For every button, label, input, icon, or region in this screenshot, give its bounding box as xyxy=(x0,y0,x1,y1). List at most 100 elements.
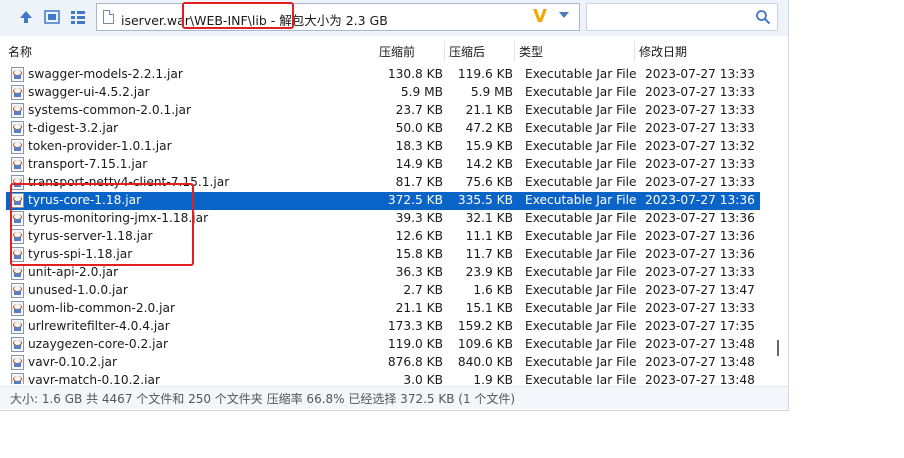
file-type: Executable Jar File xyxy=(525,247,637,261)
search-icon[interactable] xyxy=(755,9,771,25)
file-unpacked-size: 11.1 KB xyxy=(465,229,513,243)
table-row[interactable]: urlrewritefilter-4.0.4.jar 173.3 KB 159.2 … xyxy=(6,318,760,336)
file-modified: 2023-07-27 13:33 xyxy=(645,67,755,81)
jar-file-icon xyxy=(11,373,24,384)
table-row[interactable]: vavr-match-0.10.2.jar 3.0 KB 1.9 KB Executa… xyxy=(6,372,760,384)
file-type: Executable Jar File xyxy=(525,301,637,315)
file-type: Executable Jar File xyxy=(525,283,637,297)
file-unpacked-size: 335.5 KB xyxy=(457,193,513,207)
file-packed-size: 173.3 KB xyxy=(387,319,443,333)
file-unpacked-size: 840.0 KB xyxy=(457,355,513,369)
file-modified: 2023-07-27 13:33 xyxy=(645,301,755,315)
file-modified: 2023-07-27 17:35 xyxy=(645,319,755,333)
col-name[interactable]: 名称 xyxy=(8,43,32,60)
file-modified: 2023-07-27 13:36 xyxy=(645,247,755,261)
file-type: Executable Jar File xyxy=(525,67,637,81)
file-name: systems-common-2.0.1.jar xyxy=(28,103,192,117)
jar-file-icon xyxy=(11,139,24,154)
column-header: 名称 压缩前 压缩后 类型 修改日期 xyxy=(6,41,786,61)
file-packed-size: 12.6 KB xyxy=(395,229,443,243)
file-packed-size: 372.5 KB xyxy=(387,193,443,207)
file-modified: 2023-07-27 13:36 xyxy=(645,211,755,225)
jar-file-icon xyxy=(11,265,24,280)
file-type: Executable Jar File xyxy=(525,121,637,135)
file-packed-size: 21.1 KB xyxy=(395,301,443,315)
file-name: unused-1.0.0.jar xyxy=(28,283,128,297)
file-type: Executable Jar File xyxy=(525,355,637,369)
col-packed[interactable]: 压缩前 xyxy=(379,43,415,60)
file-unpacked-size: 119.6 KB xyxy=(457,67,513,81)
col-modified[interactable]: 修改日期 xyxy=(639,43,687,60)
jar-file-icon xyxy=(11,103,24,118)
address-bar[interactable]: iserver.war\WEB-INF\lib - 解包大小为 2.3 GB V xyxy=(96,3,580,31)
file-packed-size: 36.3 KB xyxy=(395,265,443,279)
table-row[interactable]: transport-7.15.1.jar 14.9 KB 14.2 KB Execut… xyxy=(6,156,760,174)
file-modified: 2023-07-27 13:47 xyxy=(645,283,755,297)
table-row[interactable]: uzaygezen-core-0.2.jar 119.0 KB 109.6 KB Ex… xyxy=(6,336,760,354)
scrollbar-thumb[interactable] xyxy=(777,340,779,356)
file-packed-size: 15.8 KB xyxy=(395,247,443,261)
verify-v-icon[interactable]: V xyxy=(533,6,547,27)
jar-file-icon xyxy=(11,355,24,370)
file-unpacked-size: 75.6 KB xyxy=(465,175,513,189)
file-packed-size: 2.7 KB xyxy=(403,283,443,297)
file-type: Executable Jar File xyxy=(525,103,637,117)
file-type: Executable Jar File xyxy=(525,229,637,243)
table-row[interactable]: systems-common-2.0.1.jar 23.7 KB 21.1 KB Ex… xyxy=(6,102,760,120)
file-type: Executable Jar File xyxy=(525,265,637,279)
file-name: vavr-0.10.2.jar xyxy=(28,355,118,369)
search-input[interactable] xyxy=(586,3,778,31)
file-modified: 2023-07-27 13:33 xyxy=(645,121,755,135)
jar-file-icon xyxy=(11,319,24,334)
table-row[interactable]: unit-api-2.0.jar 36.3 KB 23.9 KB Executable… xyxy=(6,264,760,282)
file-modified: 2023-07-27 13:32 xyxy=(645,139,755,153)
table-row[interactable]: swagger-ui-4.5.2.jar 5.9 MB 5.9 MB Executab… xyxy=(6,84,760,102)
toolbar: iserver.war\WEB-INF\lib - 解包大小为 2.3 GB V xyxy=(0,0,788,36)
file-modified: 2023-07-27 13:33 xyxy=(645,175,755,189)
file-modified: 2023-07-27 13:33 xyxy=(645,157,755,171)
file-packed-size: 3.0 KB xyxy=(403,373,443,384)
file-modified: 2023-07-27 13:48 xyxy=(645,355,755,369)
table-row[interactable]: t-digest-3.2.jar 50.0 KB 47.2 KB Executable… xyxy=(6,120,760,138)
file-name: vavr-match-0.10.2.jar xyxy=(28,373,160,384)
file-unpacked-size: 15.1 KB xyxy=(465,301,513,315)
col-type[interactable]: 类型 xyxy=(519,43,543,60)
archive-window: iserver.war\WEB-INF\lib - 解包大小为 2.3 GB V… xyxy=(0,0,789,411)
view-details-icon[interactable] xyxy=(42,7,62,27)
file-type: Executable Jar File xyxy=(525,373,637,384)
file-packed-size: 39.3 KB xyxy=(395,211,443,225)
file-packed-size: 876.8 KB xyxy=(387,355,443,369)
file-packed-size: 23.7 KB xyxy=(395,103,443,117)
file-unpacked-size: 5.9 MB xyxy=(470,85,513,99)
table-row[interactable]: token-provider-1.0.1.jar 18.3 KB 15.9 KB Ex… xyxy=(6,138,760,156)
col-unpacked[interactable]: 压缩后 xyxy=(449,43,485,60)
annotation-highlight-tyrus xyxy=(10,183,194,266)
table-row[interactable]: unused-1.0.0.jar 2.7 KB 1.6 KB Executable J… xyxy=(6,282,760,300)
file-type: Executable Jar File xyxy=(525,157,637,171)
file-type: Executable Jar File xyxy=(525,193,637,207)
file-modified: 2023-07-27 13:33 xyxy=(645,85,755,99)
table-row[interactable]: uom-lib-common-2.0.jar 21.1 KB 15.1 KB Exec… xyxy=(6,300,760,318)
chevron-down-icon[interactable] xyxy=(559,12,569,18)
file-name: transport-7.15.1.jar xyxy=(28,157,148,171)
file-packed-size: 130.8 KB xyxy=(387,67,443,81)
up-arrow-icon[interactable] xyxy=(16,7,36,27)
file-type: Executable Jar File xyxy=(525,211,637,225)
file-unpacked-size: 32.1 KB xyxy=(465,211,513,225)
jar-file-icon xyxy=(11,121,24,136)
table-row[interactable]: vavr-0.10.2.jar 876.8 KB 840.0 KB Executabl… xyxy=(6,354,760,372)
list-view-icon[interactable] xyxy=(68,7,88,27)
file-name: swagger-ui-4.5.2.jar xyxy=(28,85,150,99)
file-modified: 2023-07-27 13:33 xyxy=(645,265,755,279)
file-unpacked-size: 14.2 KB xyxy=(465,157,513,171)
status-text: 大小: 1.6 GB 共 4467 个文件和 250 个文件夹 压缩率 66.8… xyxy=(10,392,516,406)
annotation-highlight-address xyxy=(182,2,294,29)
file-name: uom-lib-common-2.0.jar xyxy=(28,301,175,315)
table-row[interactable]: swagger-models-2.2.1.jar 130.8 KB 119.6 KB… xyxy=(6,66,760,84)
file-name: urlrewritefilter-4.0.4.jar xyxy=(28,319,170,333)
file-packed-size: 18.3 KB xyxy=(395,139,443,153)
file-unpacked-size: 11.7 KB xyxy=(465,247,513,261)
jar-file-icon xyxy=(11,67,24,82)
file-type: Executable Jar File xyxy=(525,175,637,189)
jar-file-icon xyxy=(11,337,24,352)
